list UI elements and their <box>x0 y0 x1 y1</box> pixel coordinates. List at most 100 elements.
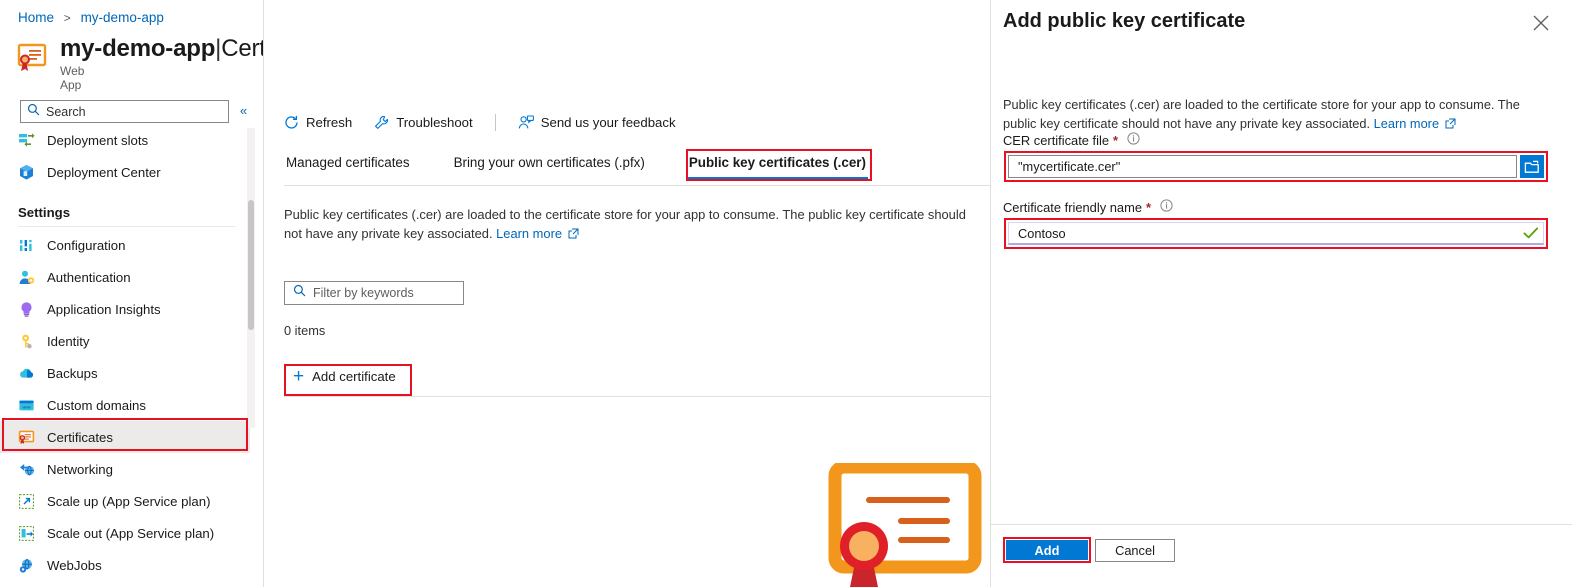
svg-text:www: www <box>23 405 31 410</box>
friendly-name-input[interactable]: Contoso <box>1008 222 1544 245</box>
checkmark-icon <box>1523 226 1539 245</box>
item-count-label: 0 items <box>284 323 326 338</box>
scale-up-icon <box>18 493 35 510</box>
sidebar-item-label: Backups <box>47 365 98 381</box>
add-button[interactable]: Add <box>1006 540 1088 560</box>
search-icon <box>27 103 40 121</box>
navigation-list: Deployment slots Deployment Center Setti… <box>0 124 250 587</box>
refresh-label: Refresh <box>306 114 353 130</box>
sidebar-item-deployment-center[interactable]: Deployment Center <box>0 156 250 188</box>
breadcrumb: Home > my-demo-app <box>18 10 164 25</box>
sidebar-item-deployment-slots[interactable]: Deployment slots <box>0 124 250 156</box>
refresh-icon <box>285 115 298 129</box>
networking-icon <box>18 461 35 478</box>
tab-bring-your-own-certificates[interactable]: Bring your own certificates (.pfx) <box>452 150 647 179</box>
cer-file-input[interactable]: "mycertificate.cer" <box>1008 155 1517 178</box>
panel-footer-rule <box>991 524 1572 525</box>
search-input[interactable]: Search <box>20 100 229 123</box>
scale-out-icon <box>18 525 35 542</box>
sidebar-section-divider <box>18 226 236 227</box>
certificate-icon <box>18 429 35 446</box>
breadcrumb-home[interactable]: Home <box>18 10 54 25</box>
sidebar-item-label: Identity <box>47 333 90 349</box>
cer-file-label: CER certificate file * <box>1003 132 1140 148</box>
identity-key-icon <box>18 333 35 350</box>
external-link-icon <box>1439 116 1456 131</box>
search-icon <box>293 284 306 302</box>
add-certificate-button[interactable]: + Add certificate <box>287 366 402 387</box>
breadcrumb-current[interactable]: my-demo-app <box>81 10 164 25</box>
page-title-resource: my-demo-app <box>60 35 216 62</box>
plus-icon: + <box>293 365 305 387</box>
friendly-name-label: Certificate friendly name * <box>1003 199 1173 215</box>
sidebar-scrollbar-thumb[interactable] <box>248 200 254 330</box>
cancel-button[interactable]: Cancel <box>1095 539 1175 562</box>
application-insights-icon <box>18 301 35 318</box>
feedback-button[interactable]: Send us your feedback <box>518 115 676 130</box>
filter-input-placeholder: Filter by keywords <box>313 286 414 300</box>
tab-public-key-certificates[interactable]: Public key certificates (.cer) <box>686 150 869 179</box>
external-link-icon <box>562 226 579 241</box>
feedback-person-icon <box>518 114 534 128</box>
sidebar-item-scale-out[interactable]: Scale out (App Service plan) <box>0 517 250 549</box>
sidebar-item-label: Custom domains <box>47 397 146 413</box>
troubleshoot-button[interactable]: Troubleshoot <box>374 115 473 130</box>
sidebar-item-scale-up[interactable]: Scale up (App Service plan) <box>0 485 250 517</box>
learn-more-link[interactable]: Learn more <box>496 226 562 241</box>
breadcrumb-separator: > <box>63 11 71 25</box>
sidebar-item-label: Application Insights <box>47 301 161 317</box>
sidebar-item-authentication[interactable]: Authentication <box>0 261 250 293</box>
certificate-illustration <box>828 460 990 587</box>
sidebar-item-label: Authentication <box>47 269 131 285</box>
sidebar-item-label: WebJobs <box>47 557 102 573</box>
filter-input[interactable]: Filter by keywords <box>284 281 464 305</box>
panel-learn-more-link[interactable]: Learn more <box>1374 116 1439 131</box>
sidebar-item-custom-domains[interactable]: www Custom domains <box>0 389 250 421</box>
refresh-button[interactable]: Refresh <box>284 115 352 130</box>
backups-cloud-icon <box>18 365 35 382</box>
content-description-text: Public key certificates (.cer) are loade… <box>284 207 966 241</box>
close-icon[interactable] <box>1530 12 1552 34</box>
sidebar-item-label: Certificates <box>47 429 113 445</box>
troubleshoot-label: Troubleshoot <box>396 114 473 130</box>
cer-file-label-text: CER certificate file <box>1003 132 1110 148</box>
resource-menu: Home > my-demo-app my-demo-app|Certifica… <box>0 0 426 587</box>
info-icon[interactable] <box>1160 199 1173 215</box>
command-separator <box>494 113 496 131</box>
tab-managed-certificates[interactable]: Managed certificates <box>284 150 412 179</box>
pivot-tabs: Managed certificates Bring your own cert… <box>284 150 908 184</box>
sidebar-item-application-insights[interactable]: Application Insights <box>0 293 250 325</box>
command-bar: Refresh Troubleshoot Send us your feedba… <box>284 110 698 134</box>
search-input-placeholder: Search <box>46 104 86 119</box>
sidebar-item-label: Deployment Center <box>47 164 161 180</box>
required-marker: * <box>1146 199 1152 215</box>
sidebar-item-backups[interactable]: Backups <box>0 357 250 389</box>
certificate-icon <box>16 43 50 73</box>
deployment-center-icon <box>18 164 35 181</box>
feedback-label: Send us your feedback <box>540 114 676 130</box>
list-divider-rule <box>284 396 990 397</box>
sidebar-item-label: Scale up (App Service plan) <box>47 493 211 509</box>
wrench-icon <box>375 115 389 129</box>
sidebar-item-identity[interactable]: Identity <box>0 325 250 357</box>
double-chevron-left-icon[interactable]: « <box>240 103 247 118</box>
sidebar-section-settings: Settings <box>18 205 71 220</box>
sidebar-item-label: Networking <box>47 461 113 477</box>
sidebar-item-configuration[interactable]: Configuration <box>0 229 250 261</box>
deployment-slots-icon <box>18 132 35 149</box>
webjobs-icon <box>18 557 35 574</box>
sidebar-item-label: Configuration <box>47 237 126 253</box>
sidebar-item-webjobs[interactable]: WebJobs <box>0 549 250 581</box>
resource-type-label: Web App <box>60 64 85 92</box>
sidebar-item-label: Deployment slots <box>47 132 149 148</box>
pivot-underline-rule <box>284 185 990 186</box>
sidebar-item-networking[interactable]: Networking <box>0 453 250 485</box>
sidebar-item-certificates[interactable]: Certificates <box>0 421 250 453</box>
info-icon[interactable] <box>1127 132 1140 148</box>
custom-domains-icon: www <box>18 397 35 414</box>
panel-title: Add public key certificate <box>1003 10 1246 32</box>
add-certificate-label: Add certificate <box>312 369 396 384</box>
folder-browse-icon[interactable] <box>1520 155 1544 178</box>
required-marker: * <box>1113 132 1119 148</box>
add-public-key-certificate-panel: Add public key certificate Public key ce… <box>991 0 1572 587</box>
